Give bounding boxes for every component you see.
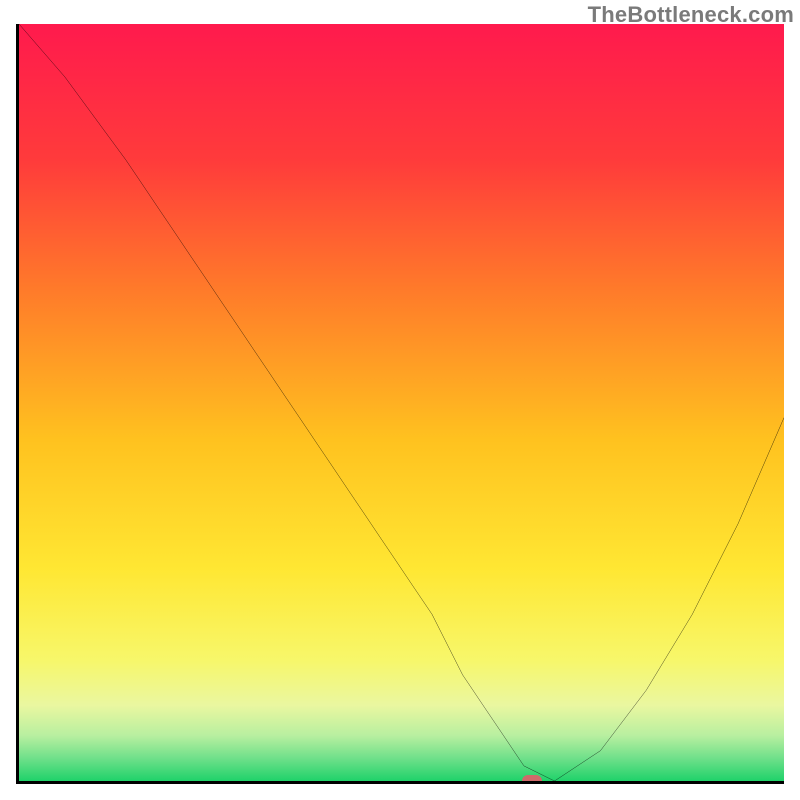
chart-container: TheBottleneck.com [0,0,800,800]
bottleneck-curve-path [19,24,784,781]
plot-area [16,24,784,784]
optimal-point-marker [522,775,542,784]
bottleneck-curve-svg [19,24,784,781]
